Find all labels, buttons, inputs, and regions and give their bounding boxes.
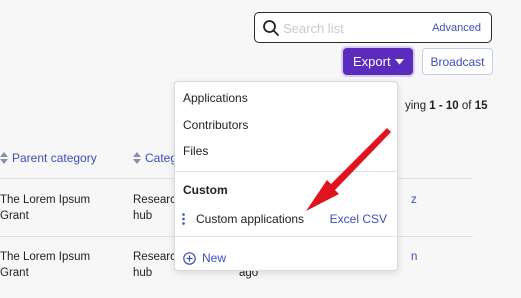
annotation-arrow [306, 128, 391, 211]
